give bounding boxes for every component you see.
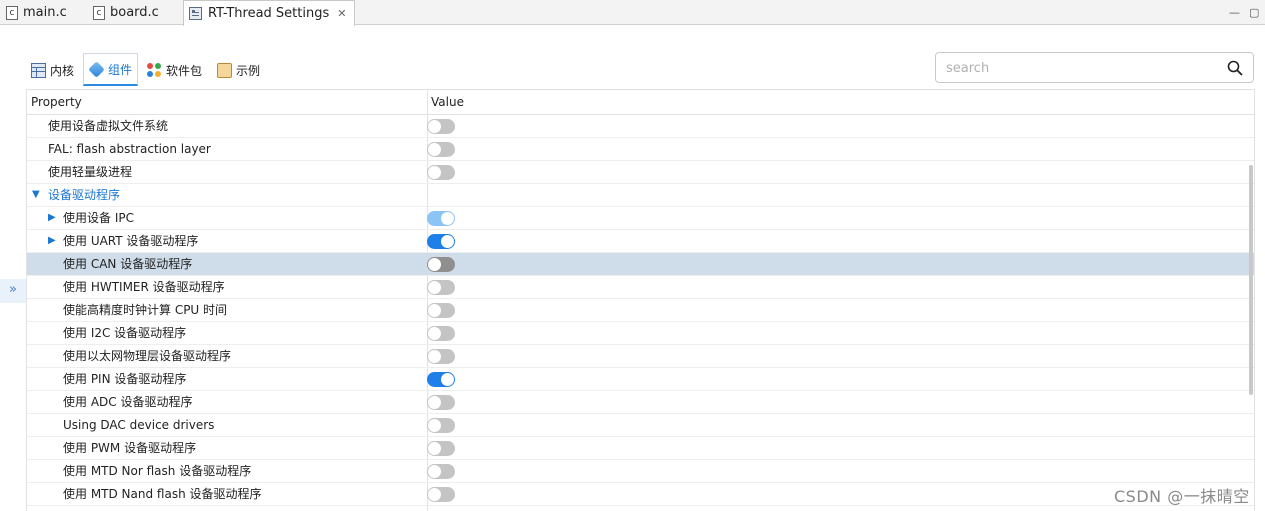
toggle-switch[interactable] — [427, 303, 455, 318]
tree-group-row[interactable]: ▼ 设备驱动程序 — [27, 184, 1254, 207]
property-label: 使能高精度时钟计算 CPU 时间 — [63, 303, 228, 317]
expand-arrow-icon[interactable]: ▶ — [48, 230, 56, 252]
expand-panel-button[interactable]: » — [0, 279, 26, 303]
toggle-switch[interactable] — [427, 119, 455, 134]
table-row[interactable]: 使用 CAN 设备驱动程序 — [27, 253, 1254, 276]
tab-components-label: 组件 — [108, 62, 133, 77]
tab-label: main.c — [23, 5, 67, 20]
table-row[interactable]: 使用以太网物理层设备驱动程序 — [27, 345, 1254, 368]
tab-main-c[interactable]: c main.c — [6, 0, 67, 25]
tab-board-c[interactable]: c board.c — [93, 0, 159, 25]
tab-label: board.c — [110, 5, 159, 20]
property-label: FAL: flash abstraction layer — [48, 142, 211, 156]
toggle-switch[interactable] — [427, 165, 455, 180]
tab-label: RT-Thread Settings — [208, 6, 330, 21]
tab-packages-label: 软件包 — [166, 63, 203, 78]
toggle-switch[interactable] — [427, 280, 455, 295]
property-label: 使用 CAN 设备驱动程序 — [63, 257, 193, 271]
property-label: 使用 MTD Nand flash 设备驱动程序 — [63, 487, 262, 501]
toggle-switch[interactable] — [427, 142, 455, 157]
kernel-icon — [31, 62, 46, 78]
restore-button[interactable]: ▢ — [1249, 6, 1259, 19]
c-file-icon: c — [93, 5, 105, 20]
table-row[interactable]: 使用 PWM 设备驱动程序 — [27, 437, 1254, 460]
table-row[interactable]: 使用 ADC 设备驱动程序 — [27, 391, 1254, 414]
watermark: CSDN @一抹晴空 — [1114, 487, 1250, 506]
search-box — [935, 52, 1254, 83]
minimize-button[interactable]: — — [1229, 6, 1240, 19]
packages-icon — [147, 62, 162, 78]
table-row[interactable]: 使用 MTD Nor flash 设备驱动程序 — [27, 460, 1254, 483]
search-icon[interactable] — [1227, 60, 1243, 76]
property-label: 使用轻量级进程 — [48, 165, 133, 179]
toggle-switch[interactable] — [427, 395, 455, 410]
table-row[interactable]: Using DAC device drivers — [27, 414, 1254, 437]
table-row[interactable]: ▶ 使用设备 IPC — [27, 207, 1254, 230]
tab-samples[interactable]: 示例 — [212, 56, 265, 84]
column-header-value[interactable]: Value — [431, 90, 464, 115]
table-body: 使用设备虚拟文件系统 FAL: flash abstraction layer 使用… — [27, 115, 1254, 506]
tab-samples-label: 示例 — [236, 63, 261, 78]
table-row[interactable]: 使用设备虚拟文件系统 — [27, 115, 1254, 138]
property-label: 使用 UART 设备驱动程序 — [63, 234, 199, 248]
tab-kernel-label: 内核 — [50, 63, 75, 78]
property-label: 使用 PIN 设备驱动程序 — [63, 372, 187, 386]
collapse-arrow-icon[interactable]: ▼ — [32, 184, 40, 206]
table-row[interactable]: 使用 HWTIMER 设备驱动程序 — [27, 276, 1254, 299]
toggle-switch[interactable] — [427, 464, 455, 479]
editor-tab-bar: c main.c c board.c RT-Thread Settings ✕ … — [0, 0, 1265, 26]
tab-kernel[interactable]: 内核 — [26, 56, 79, 84]
property-label: 使用以太网物理层设备驱动程序 — [63, 349, 232, 363]
property-label: 使用设备 IPC — [63, 211, 134, 225]
toggle-switch[interactable] — [427, 234, 455, 249]
table-header: Property Value — [27, 90, 1254, 115]
table-row[interactable]: 使能高精度时钟计算 CPU 时间 — [27, 299, 1254, 322]
search-input[interactable] — [946, 59, 1216, 77]
toggle-switch[interactable] — [427, 487, 455, 502]
table-row[interactable]: 使用 I2C 设备驱动程序 — [27, 322, 1254, 345]
table-row[interactable]: 使用 PIN 设备驱动程序 — [27, 368, 1254, 391]
toggle-switch[interactable] — [427, 257, 455, 272]
property-label: 使用 I2C 设备驱动程序 — [63, 326, 187, 340]
property-label: 使用设备虚拟文件系统 — [48, 119, 169, 133]
c-file-icon: c — [6, 5, 18, 20]
table-row[interactable]: 使用轻量级进程 — [27, 161, 1254, 184]
column-header-property[interactable]: Property — [31, 90, 82, 115]
toggle-switch[interactable] — [427, 441, 455, 456]
toggle-switch[interactable] — [427, 211, 455, 226]
toggle-switch[interactable] — [427, 372, 455, 387]
table-row[interactable]: ▶ 使用 UART 设备驱动程序 — [27, 230, 1254, 253]
property-label: 设备驱动程序 — [48, 188, 121, 202]
property-label: 使用 ADC 设备驱动程序 — [63, 395, 193, 409]
toggle-switch[interactable] — [427, 326, 455, 341]
close-icon[interactable]: ✕ — [337, 7, 346, 20]
property-label: 使用 PWM 设备驱动程序 — [63, 441, 197, 455]
vertical-scrollbar[interactable] — [1249, 165, 1253, 395]
toggle-switch[interactable] — [427, 349, 455, 364]
expand-arrow-icon[interactable]: ▶ — [48, 207, 56, 229]
tab-packages[interactable]: 软件包 — [142, 56, 207, 84]
property-table: Property Value 使用设备虚拟文件系统 FAL: flash abst… — [26, 89, 1255, 511]
tab-rt-thread-settings[interactable]: RT-Thread Settings ✕ — [183, 0, 356, 26]
property-label: 使用 MTD Nor flash 设备驱动程序 — [63, 464, 252, 478]
settings-file-icon — [189, 7, 202, 20]
component-cube-icon — [88, 60, 105, 78]
table-row[interactable]: 使用 MTD Nand flash 设备驱动程序 — [27, 483, 1254, 506]
clipboard-icon — [217, 62, 232, 78]
property-label: Using DAC device drivers — [63, 418, 215, 432]
tab-components[interactable]: 组件 — [83, 53, 139, 86]
property-label: 使用 HWTIMER 设备驱动程序 — [63, 280, 225, 294]
table-row[interactable]: FAL: flash abstraction layer — [27, 138, 1254, 161]
toggle-switch[interactable] — [427, 418, 455, 433]
